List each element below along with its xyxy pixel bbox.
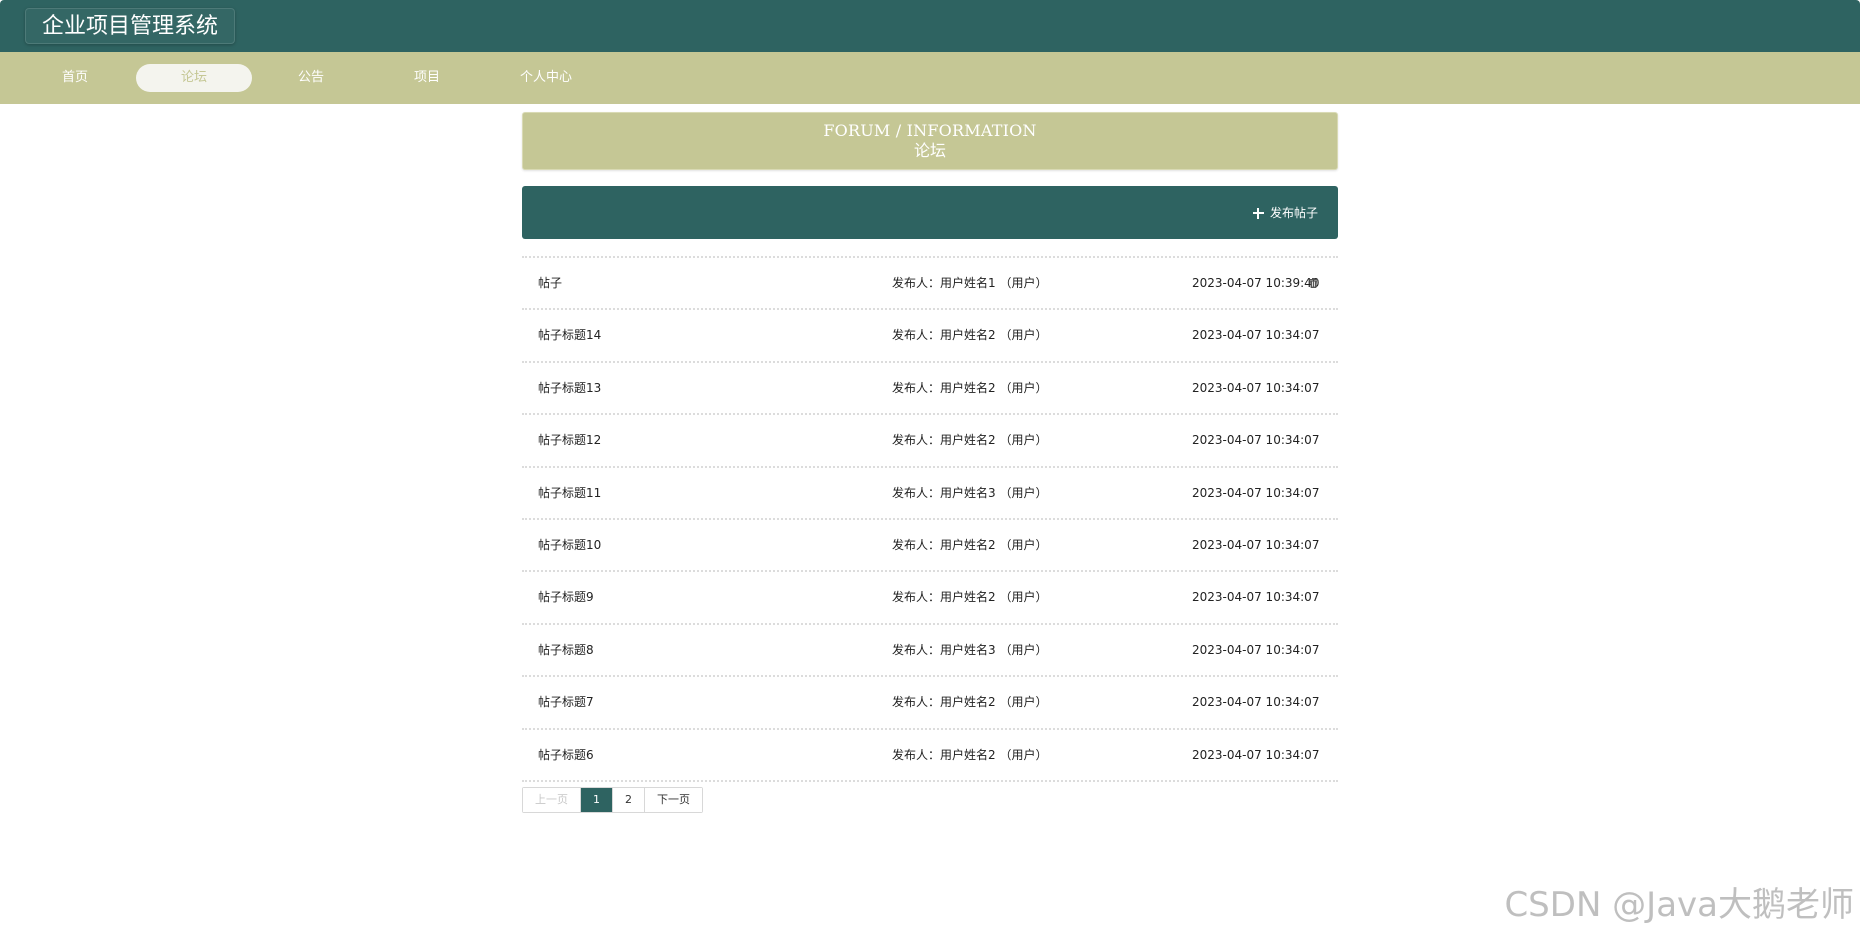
post-title[interactable]: 帖子标题12 xyxy=(538,415,601,465)
page-button-2[interactable]: 2 xyxy=(613,788,645,812)
post-author: 发布人：用户姓名1 （用户） xyxy=(892,276,1048,290)
post-row[interactable]: 帖子标题10 发布人：用户姓名2 （用户） 2023-04-07 10:34:0… xyxy=(522,520,1338,573)
post-author: 发布人：用户姓名2 （用户） xyxy=(892,537,1048,552)
site-title[interactable]: 企业项目管理系统 xyxy=(25,8,236,44)
post-time: 2023-04-07 10:34:07 xyxy=(1192,695,1320,710)
post-author: 发布人：用户姓名2 （用户） xyxy=(892,747,1048,762)
watermark: CSDN @Java大鹅老师 xyxy=(1504,885,1854,925)
section-banner: FORUM / INFORMATION 论坛 xyxy=(522,112,1338,170)
prev-page-button[interactable]: 上一页 xyxy=(523,788,581,812)
trash-icon[interactable] xyxy=(1309,278,1318,288)
main-nav: 首页 论坛 公告 项目 个人中心 xyxy=(0,52,1860,104)
nav-item-project[interactable]: 项目 xyxy=(369,64,485,92)
post-title[interactable]: 帖子标题8 xyxy=(538,625,594,675)
post-author: 发布人：用户姓名2 （用户） xyxy=(892,433,1048,448)
next-page-button[interactable]: 下一页 xyxy=(645,788,702,812)
post-time: 2023-04-07 10:34:07 xyxy=(1192,433,1320,448)
nav-item-home[interactable]: 首页 xyxy=(17,64,133,92)
post-title[interactable]: 帖子标题11 xyxy=(538,468,601,518)
post-author: 发布人：用户姓名2 （用户） xyxy=(892,590,1048,605)
publish-post-button[interactable]: 发布帖子 xyxy=(1252,202,1318,224)
post-author: 发布人：用户姓名2 （用户） xyxy=(892,380,1048,395)
post-time: 2023-04-07 10:34:07 xyxy=(1192,747,1320,762)
pagination: 上一页 1 2 下一页 xyxy=(522,787,703,813)
post-title[interactable]: 帖子标题6 xyxy=(538,730,594,780)
post-time: 2023-04-07 10:34:07 xyxy=(1192,642,1320,657)
post-title[interactable]: 帖子标题10 xyxy=(538,520,601,570)
post-time: 2023-04-07 10:34:07 xyxy=(1192,328,1320,343)
page-button-1[interactable]: 1 xyxy=(581,788,613,812)
post-author: 发布人：用户姓名3 （用户） xyxy=(892,485,1048,500)
post-title[interactable]: 帖子标题9 xyxy=(538,572,594,622)
post-row[interactable]: 帖子标题14 发布人：用户姓名2 （用户） 2023-04-07 10:34:0… xyxy=(522,310,1338,363)
post-time: 2023-04-07 10:34:07 xyxy=(1192,485,1320,500)
banner-title-en: FORUM / INFORMATION xyxy=(823,121,1037,140)
post-author: 发布人：用户姓名2 （用户） xyxy=(892,328,1048,343)
forum-toolbar: 发布帖子 xyxy=(522,186,1338,239)
banner-title-cn: 论坛 xyxy=(913,141,946,160)
nav-item-notice[interactable]: 公告 xyxy=(253,64,369,92)
plus-icon xyxy=(1252,207,1264,219)
post-row[interactable]: 帖子标题6 发布人：用户姓名2 （用户） 2023-04-07 10:34:07 xyxy=(522,730,1338,782)
post-title[interactable]: 帖子标题7 xyxy=(538,677,594,727)
post-title[interactable]: 帖子 xyxy=(538,258,562,308)
post-row[interactable]: 帖子标题12 发布人：用户姓名2 （用户） 2023-04-07 10:34:0… xyxy=(522,415,1338,468)
nav-item-profile[interactable]: 个人中心 xyxy=(488,64,604,92)
top-header-bar: 企业项目管理系统 xyxy=(0,0,1860,52)
post-row[interactable]: 帖子标题11 发布人：用户姓名3 （用户） 2023-04-07 10:34:0… xyxy=(522,468,1338,520)
post-time: 2023-04-07 10:34:07 xyxy=(1192,590,1320,605)
post-row[interactable]: 帖子标题9 发布人：用户姓名2 （用户） 2023-04-07 10:34:07 xyxy=(522,572,1338,625)
nav-item-forum[interactable]: 论坛 xyxy=(136,64,252,92)
post-title[interactable]: 帖子标题14 xyxy=(538,310,601,360)
post-row[interactable]: 帖子 发布人：用户姓名1 （用户） 2023-04-07 10:39:40 xyxy=(522,258,1338,311)
post-author: 发布人：用户姓名3 （用户） xyxy=(892,642,1048,657)
post-row[interactable]: 帖子标题13 发布人：用户姓名2 （用户） 2023-04-07 10:34:0… xyxy=(522,363,1338,416)
post-time: 2023-04-07 10:34:07 xyxy=(1192,537,1320,552)
post-row[interactable]: 帖子标题8 发布人：用户姓名3 （用户） 2023-04-07 10:34:07 xyxy=(522,625,1338,678)
post-list: 帖子 发布人：用户姓名1 （用户） 2023-04-07 10:39:40 帖子… xyxy=(522,256,1338,782)
post-title[interactable]: 帖子标题13 xyxy=(538,363,601,413)
publish-post-label: 发布帖子 xyxy=(1269,206,1318,220)
post-row[interactable]: 帖子标题7 发布人：用户姓名2 （用户） 2023-04-07 10:34:07 xyxy=(522,677,1338,730)
post-time: 2023-04-07 10:34:07 xyxy=(1192,380,1320,395)
post-time: 2023-04-07 10:39:40 xyxy=(1192,276,1320,290)
post-author: 发布人：用户姓名2 （用户） xyxy=(892,695,1048,710)
